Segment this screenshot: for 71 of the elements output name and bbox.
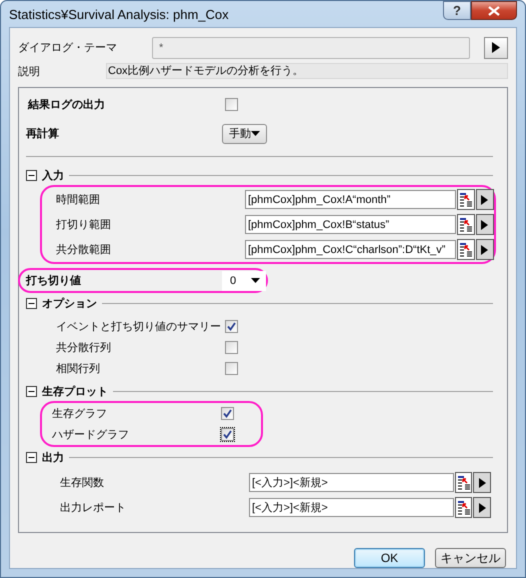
field-label: 時間範囲 <box>55 193 101 207</box>
checkmark-icon <box>227 322 236 331</box>
worksheet-select-icon <box>458 242 473 257</box>
section-title: 生存プロット <box>42 384 108 399</box>
play-icon <box>481 244 488 254</box>
theme-field[interactable]: * <box>152 36 470 58</box>
checkbox[interactable] <box>224 361 239 376</box>
checkmark-icon <box>223 409 232 418</box>
description-label: 説明 <box>18 64 41 78</box>
column-select-button[interactable] <box>456 239 475 260</box>
column-select-button[interactable] <box>454 472 472 493</box>
caret-icon <box>251 131 260 136</box>
section-title: 入力 <box>42 168 64 183</box>
column-select-button[interactable] <box>454 497 472 518</box>
section-title: オプション <box>42 296 97 311</box>
option-label: 生存グラフ <box>52 407 108 421</box>
collapse-icon[interactable] <box>26 452 37 463</box>
option-label: 共分散行列 <box>56 341 112 355</box>
checkbox[interactable] <box>224 340 239 355</box>
column-select-button[interactable] <box>456 189 475 210</box>
close-button[interactable] <box>471 1 517 20</box>
checkbox[interactable] <box>220 406 235 421</box>
description-text: Cox比例ハザードモデルの分析を行う。 <box>106 63 508 79</box>
field-label: 共分散範囲 <box>55 243 112 257</box>
play-icon <box>481 220 488 230</box>
window-title: Statistics¥Survival Analysis: phm_Cox <box>9 6 229 22</box>
checkmark-icon <box>223 430 232 439</box>
range-field[interactable]: [phmCox]phm_Cox!B“status” <box>245 215 456 234</box>
worksheet-select-icon <box>456 500 471 515</box>
menu-arrow-button[interactable] <box>476 189 494 210</box>
range-field[interactable]: [<入力>]<新規> <box>249 498 454 517</box>
option-label: 再計算 <box>26 126 60 141</box>
checkbox[interactable] <box>220 427 235 442</box>
theme-menu-button[interactable] <box>484 36 508 58</box>
help-button[interactable]: ? <box>443 1 471 20</box>
field-label: 打切り範囲 <box>55 218 112 232</box>
menu-arrow-button[interactable] <box>476 214 494 235</box>
caret-icon <box>251 278 260 283</box>
ok-button[interactable]: OK <box>354 548 425 568</box>
worksheet-select-icon <box>458 192 473 207</box>
option-label: ハザードグラフ <box>52 428 130 442</box>
play-icon <box>481 194 488 204</box>
option-label: イベントと打ち切り値のサマリー <box>56 320 222 334</box>
range-field[interactable]: [<入力>]<新規> <box>249 473 454 492</box>
play-icon <box>492 42 500 53</box>
range-field[interactable]: [phmCox]phm_Cox!C“charlson”:D“tKt_v” <box>245 240 456 259</box>
dropdown[interactable]: 0 <box>222 270 266 290</box>
option-label: 相関行列 <box>56 362 101 376</box>
menu-arrow-button[interactable] <box>476 239 494 260</box>
theme-label: ダイアログ・テーマ <box>18 41 118 55</box>
column-select-button[interactable] <box>456 214 475 235</box>
field-label: 生存関数 <box>59 476 105 490</box>
checkbox[interactable] <box>224 97 239 112</box>
menu-arrow-button[interactable] <box>473 497 491 518</box>
field-label: 出力レポート <box>59 501 127 515</box>
worksheet-select-icon <box>458 217 473 232</box>
worksheet-select-icon <box>456 475 471 490</box>
play-icon <box>478 478 486 488</box>
collapse-icon[interactable] <box>26 298 37 309</box>
collapse-icon[interactable] <box>26 386 37 397</box>
section-title: 出力 <box>42 450 64 465</box>
cancel-button[interactable]: キャンセル <box>435 548 506 568</box>
option-label: 打ち切り値 <box>26 274 82 288</box>
close-icon <box>488 6 500 16</box>
range-field[interactable]: [phmCox]phm_Cox!A“month” <box>245 190 456 209</box>
dropdown[interactable]: 手動 <box>222 124 267 144</box>
menu-arrow-button[interactable] <box>473 472 491 493</box>
checkbox[interactable] <box>224 319 239 334</box>
option-label: 結果ログの出力 <box>28 98 106 112</box>
play-icon <box>478 502 486 512</box>
collapse-icon[interactable] <box>26 170 37 181</box>
